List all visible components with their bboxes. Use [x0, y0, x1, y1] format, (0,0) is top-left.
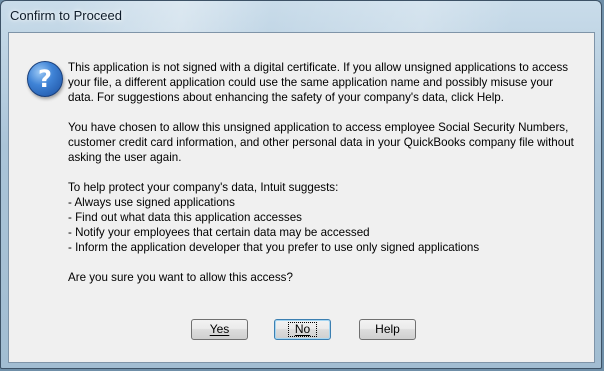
dialog-window: Confirm to Proceed ? This application is… — [0, 0, 602, 369]
suggestion-item: - Find out what data this application ac… — [68, 211, 302, 224]
suggestion-item: - Always use signed applications — [68, 196, 235, 209]
message-text: This application is not signed with a di… — [68, 60, 578, 300]
message-paragraph-unsigned: This application is not signed with a di… — [68, 61, 569, 104]
dialog-content: ? This application is not signed with a … — [8, 32, 595, 363]
help-button[interactable]: Help — [359, 319, 416, 340]
suggestion-item: - Notify your employees that certain dat… — [68, 226, 370, 239]
message-suggestions-intro: To help protect your company's data, Int… — [68, 181, 339, 194]
suggestion-item: - Inform the application developer that … — [68, 241, 480, 254]
message-question: Are you sure you want to allow this acce… — [68, 271, 293, 284]
window-title: Confirm to Proceed — [10, 8, 122, 23]
no-button-label: No — [294, 322, 311, 336]
suggestion-list: - Always use signed applications - Find … — [68, 195, 578, 255]
no-button-focus: No — [287, 322, 318, 337]
help-button-label: Help — [375, 322, 400, 336]
message-paragraph-access: You have chosen to allow this unsigned a… — [68, 121, 574, 164]
no-button[interactable]: No — [274, 319, 331, 340]
title-bar[interactable]: Confirm to Proceed — [1, 1, 601, 31]
yes-button[interactable]: Yes — [191, 319, 248, 340]
question-icon: ? — [27, 61, 63, 97]
yes-button-label: Yes — [209, 322, 230, 336]
